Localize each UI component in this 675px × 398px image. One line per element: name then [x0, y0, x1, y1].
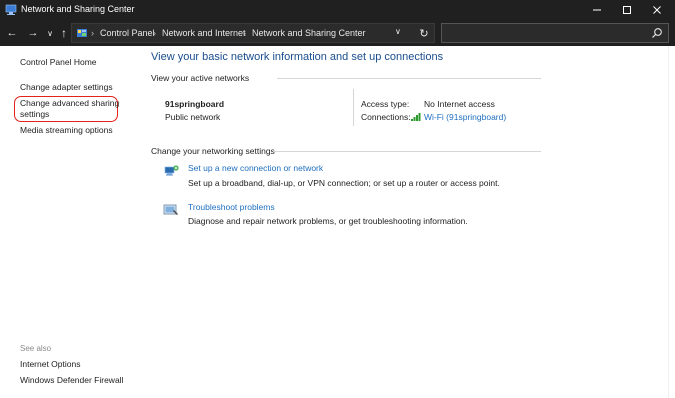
breadcrumb-network-and-internet[interactable]: Network and Internet — [162, 28, 246, 38]
maximize-button[interactable] — [612, 0, 642, 20]
main-content: View your basic network information and … — [145, 46, 675, 398]
breadcrumb-separator: › — [153, 28, 156, 38]
network-divider — [353, 89, 354, 126]
network-sharing-center-window: Network and Sharing Center ← → ∨ ↑ › Con… — [0, 0, 675, 398]
breadcrumb-separator: › — [91, 28, 94, 38]
close-button[interactable] — [642, 0, 672, 20]
access-type-label: Access type: — [361, 99, 410, 109]
recent-locations-button[interactable]: ∨ — [43, 25, 57, 41]
page-title: View your basic network information and … — [151, 51, 444, 63]
setup-connection-description: Set up a broadband, dial-up, or VPN conn… — [188, 178, 500, 188]
path-dropdown-button[interactable]: ∨ — [395, 27, 401, 36]
troubleshoot-description: Diagnose and repair network problems, or… — [188, 216, 468, 226]
minimize-button[interactable] — [582, 0, 612, 20]
troubleshoot-icon — [163, 204, 178, 215]
see-also-heading: See also — [20, 344, 52, 353]
wifi-signal-icon — [411, 113, 421, 121]
breadcrumb-network-sharing-center[interactable]: Network and Sharing Center — [252, 28, 366, 38]
network-type-link[interactable]: Public network — [165, 112, 220, 122]
up-button[interactable]: ↑ — [57, 25, 71, 41]
network-center-icon — [5, 4, 17, 15]
new-connection-icon — [164, 165, 179, 176]
troubleshoot-problems-link[interactable]: Troubleshoot problems — [188, 202, 275, 212]
sidebar-item-change-adapter-settings[interactable]: Change adapter settings — [20, 82, 113, 93]
search-icon — [652, 28, 662, 38]
breadcrumb[interactable]: › Control Panel › Network and Internet ›… — [71, 23, 435, 43]
network-name: 91springboard — [165, 99, 225, 109]
close-icon — [653, 6, 661, 14]
section-divider — [277, 78, 541, 79]
sidebar-item-change-advanced-sharing[interactable]: Change advanced sharing — [20, 98, 119, 109]
window-title: Network and Sharing Center — [21, 4, 135, 14]
sidebar-item-media-streaming-options[interactable]: Media streaming options — [20, 125, 113, 136]
wifi-connection-label: Wi-Fi (91springboard) — [424, 112, 507, 122]
connections-label: Connections: — [361, 112, 411, 122]
sidebar: Control Panel Home Change adapter settin… — [0, 46, 145, 398]
sidebar-item-change-advanced-sharing-settings[interactable]: settings — [20, 109, 49, 120]
access-type-value: No Internet access — [424, 99, 495, 109]
control-panel-icon — [77, 29, 87, 37]
setup-connection-link[interactable]: Set up a new connection or network — [188, 163, 323, 173]
back-button[interactable]: ← — [5, 25, 19, 41]
forward-button[interactable]: → — [26, 25, 40, 41]
see-also-internet-options[interactable]: Internet Options — [20, 359, 80, 370]
title-bar: Network and Sharing Center — [0, 0, 675, 20]
maximize-icon — [623, 6, 631, 14]
sidebar-item-control-panel-home[interactable]: Control Panel Home — [20, 57, 97, 68]
address-bar: ← → ∨ ↑ › Control Panel › Network and In… — [0, 20, 675, 46]
window-edge — [668, 46, 675, 398]
networking-settings-heading: Change your networking settings — [151, 146, 275, 156]
minimize-icon — [593, 9, 601, 11]
refresh-button[interactable]: ↻ — [416, 25, 432, 41]
breadcrumb-separator: › — [243, 28, 246, 38]
search-input[interactable] — [441, 23, 669, 43]
active-networks-heading: View your active networks — [151, 73, 250, 83]
wifi-connection-link[interactable]: Wi-Fi (91springboard) — [411, 112, 506, 122]
section-divider — [273, 151, 541, 152]
breadcrumb-control-panel[interactable]: Control Panel — [100, 28, 155, 38]
see-also-windows-defender-firewall[interactable]: Windows Defender Firewall — [20, 375, 123, 386]
